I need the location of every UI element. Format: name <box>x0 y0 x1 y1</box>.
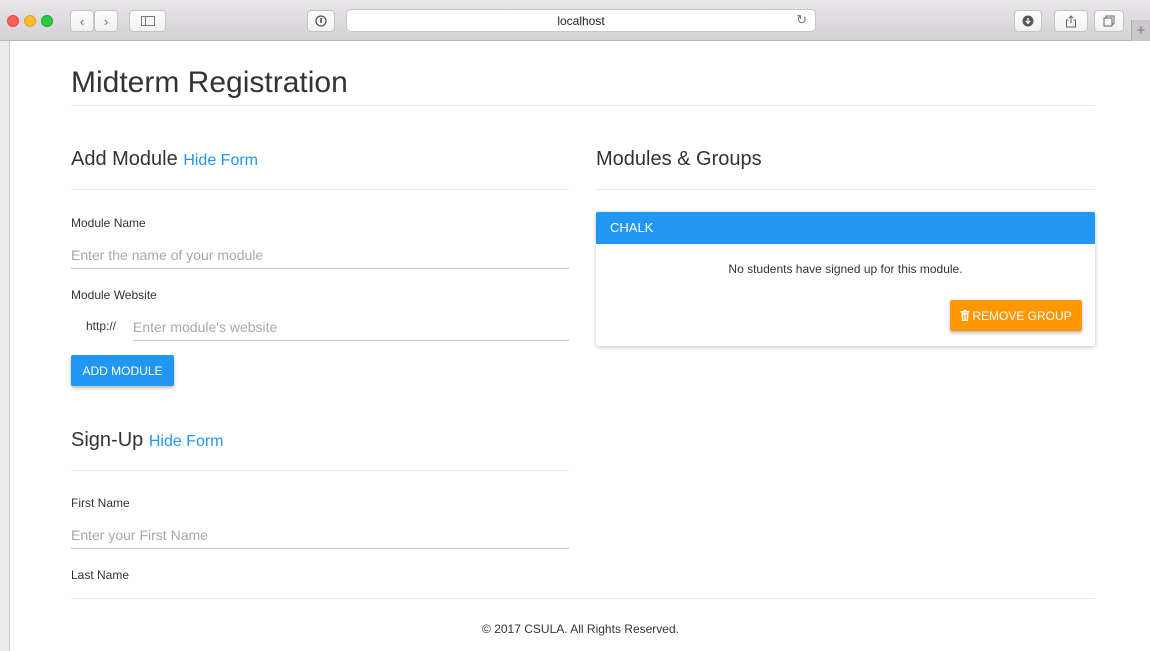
remove-group-label: REMOVE GROUP <box>972 308 1072 323</box>
close-window-button[interactable] <box>7 15 19 27</box>
first-name-input[interactable] <box>71 522 569 549</box>
sidebar-toggle-button[interactable] <box>129 10 166 32</box>
module-name-label: Module Name <box>71 216 146 230</box>
password-button[interactable] <box>307 10 335 32</box>
chevron-right-icon: › <box>103 13 109 29</box>
chevron-left-icon: ‹ <box>79 13 85 29</box>
back-button[interactable]: ‹ <box>70 10 94 32</box>
new-tab-button[interactable]: + <box>1131 20 1150 41</box>
add-module-button[interactable]: ADD MODULE <box>71 355 174 386</box>
tabs-button[interactable] <box>1094 10 1124 32</box>
zoom-window-button[interactable] <box>41 15 53 27</box>
address-bar[interactable]: localhost ↻ <box>346 9 816 32</box>
group-card-title: CHALK <box>596 212 1095 244</box>
last-name-label: Last Name <box>71 568 130 582</box>
module-website-label: Module Website <box>71 288 157 302</box>
forward-button[interactable]: › <box>94 10 118 32</box>
tabs-icon <box>1103 15 1115 27</box>
page-title: Midterm Registration <box>71 66 348 99</box>
share-icon <box>1066 14 1076 27</box>
share-button[interactable] <box>1054 10 1088 32</box>
title-divider <box>71 105 1095 106</box>
remove-group-button[interactable]: REMOVE GROUP <box>950 300 1082 331</box>
signup-heading-text: Sign-Up <box>71 429 144 451</box>
signup-divider <box>71 470 569 471</box>
module-website-input[interactable] <box>133 314 569 341</box>
modules-groups-heading: Modules & Groups <box>596 148 762 170</box>
trash-icon <box>960 310 970 321</box>
reload-icon[interactable]: ↻ <box>796 12 807 28</box>
add-module-divider <box>71 189 569 190</box>
website-prefix: http:// <box>86 319 117 333</box>
first-name-label: First Name <box>71 496 130 510</box>
password-icon <box>315 15 327 27</box>
hide-add-module-form-link[interactable]: Hide Form <box>183 152 258 169</box>
hide-signup-form-link[interactable]: Hide Form <box>149 433 224 450</box>
footer-divider <box>71 598 1095 599</box>
plus-icon: + <box>1136 22 1146 39</box>
sidebar-icon <box>140 16 155 26</box>
add-module-heading: Add Module Hide Form <box>71 148 258 171</box>
module-name-input[interactable] <box>71 242 569 269</box>
modules-groups-divider <box>596 189 1095 190</box>
page-content: Midterm Registration Add Module Hide For… <box>9 41 1150 651</box>
downloads-button[interactable] <box>1014 10 1042 32</box>
group-card-message: No students have signed up for this modu… <box>728 262 963 276</box>
group-card: CHALK No students have signed up for thi… <box>596 212 1095 346</box>
add-module-heading-text: Add Module <box>71 148 178 170</box>
signup-heading: Sign-Up Hide Form <box>71 429 224 452</box>
browser-titlebar: ‹ › localhost ↻ + <box>0 0 1150 41</box>
footer-copyright: © 2017 CSULA. All Rights Reserved. <box>482 622 679 636</box>
address-url: localhost <box>557 14 605 28</box>
download-icon <box>1022 15 1034 27</box>
minimize-window-button[interactable] <box>24 15 36 27</box>
